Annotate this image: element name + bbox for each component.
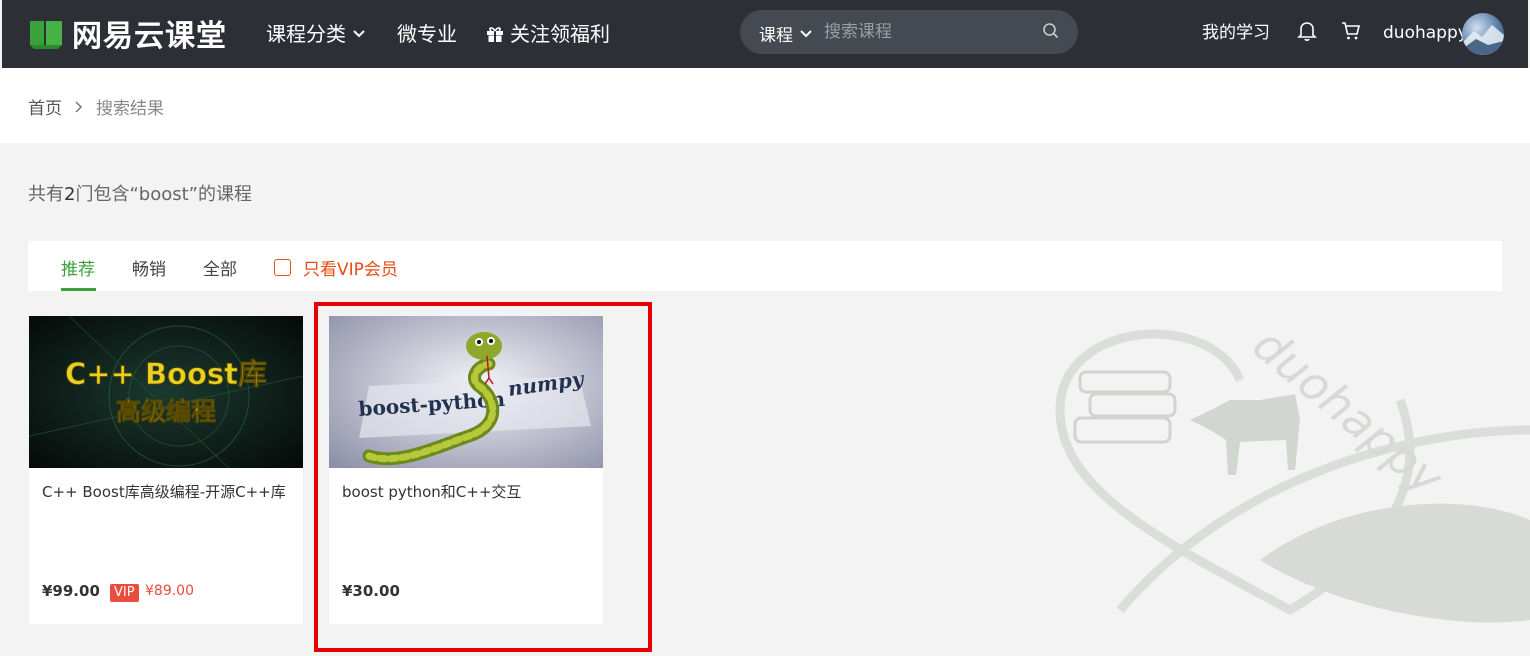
username[interactable]: duohappy [1383, 21, 1468, 45]
nav-welfare[interactable]: 关注领福利 [486, 21, 610, 47]
cart-icon[interactable] [1340, 20, 1362, 44]
vip-only-label: 只看VIP会员 [303, 260, 398, 280]
gift-icon [487, 27, 503, 42]
watermark-logo: duohappy [1040, 290, 1530, 650]
result-summary: 共有2门包含“boost”的课程 [28, 180, 252, 206]
course-card[interactable]: C++ Boost库 高级编程 C++ Boost库高级编程-开源C++库 ¥9… [29, 316, 303, 624]
bell-icon[interactable] [1297, 20, 1317, 44]
search-category-label: 课程 [759, 26, 793, 46]
breadcrumb: 首页 搜索结果 [28, 94, 164, 119]
nav-welfare-label: 关注领福利 [510, 22, 610, 46]
thumb-title-line1: C++ Boost库 [65, 357, 267, 391]
tab-all[interactable]: 全部 [203, 255, 237, 280]
result-summary-suffix: 门包含“boost”的课程 [75, 184, 252, 205]
result-summary-prefix: 共有 [28, 184, 64, 205]
logo[interactable]: 网易云课堂 [28, 13, 227, 54]
vip-price: ¥89.00 [145, 583, 194, 599]
chevron-right-icon [75, 100, 83, 113]
search-bar: 课程 [740, 10, 1078, 54]
top-nav-bar: 网易云课堂 课程分类 微专业 关注领福利 课程 我的学习 duohappy [2, 0, 1528, 68]
tab-bestselling[interactable]: 畅销 [132, 255, 166, 280]
search-category-select[interactable]: 课程 [759, 21, 813, 46]
logo-icon [28, 18, 64, 49]
search-input[interactable] [824, 20, 1034, 44]
chevron-down-icon [353, 30, 365, 38]
filter-tabs: 推荐 畅销 全部 只看VIP会员 [28, 241, 1502, 291]
nav-course-category-label: 课程分类 [266, 22, 346, 46]
search-icon[interactable] [1042, 22, 1060, 44]
thumb-title-line2: 高级编程 [116, 397, 216, 426]
nav-micro-major-label: 微专业 [397, 22, 457, 46]
course-title[interactable]: C++ Boost库高级编程-开源C++库 [42, 480, 292, 504]
course-price: ¥99.00 [42, 582, 100, 600]
course-price: ¥30.00 [342, 582, 400, 600]
breadcrumb-home-link[interactable]: 首页 [28, 94, 62, 119]
avatar[interactable] [1462, 13, 1504, 55]
result-count: 2 [64, 184, 76, 205]
course-thumbnail[interactable]: C++ Boost库 高级编程 [29, 316, 303, 468]
vip-only-filter[interactable]: 只看VIP会员 [274, 255, 398, 280]
breadcrumb-current: 搜索结果 [96, 99, 164, 119]
logo-text: 网易云课堂 [72, 19, 227, 54]
vip-only-checkbox[interactable] [274, 259, 291, 276]
breadcrumb-bar [0, 68, 1530, 143]
nav-micro-major[interactable]: 微专业 [397, 21, 457, 47]
my-learning-link[interactable]: 我的学习 [1202, 21, 1270, 45]
course-thumbnail[interactable]: boost-python numpy [329, 316, 603, 468]
tab-recommended[interactable]: 推荐 [61, 255, 95, 280]
active-tab-indicator [61, 288, 96, 291]
nav-course-category[interactable]: 课程分类 [266, 21, 366, 47]
course-card[interactable]: boost-python numpy boost python和C++交互 ¥3… [329, 316, 603, 624]
course-title[interactable]: boost python和C++交互 [342, 480, 592, 504]
vip-badge: VIP [110, 584, 139, 602]
chevron-down-icon [800, 29, 812, 37]
